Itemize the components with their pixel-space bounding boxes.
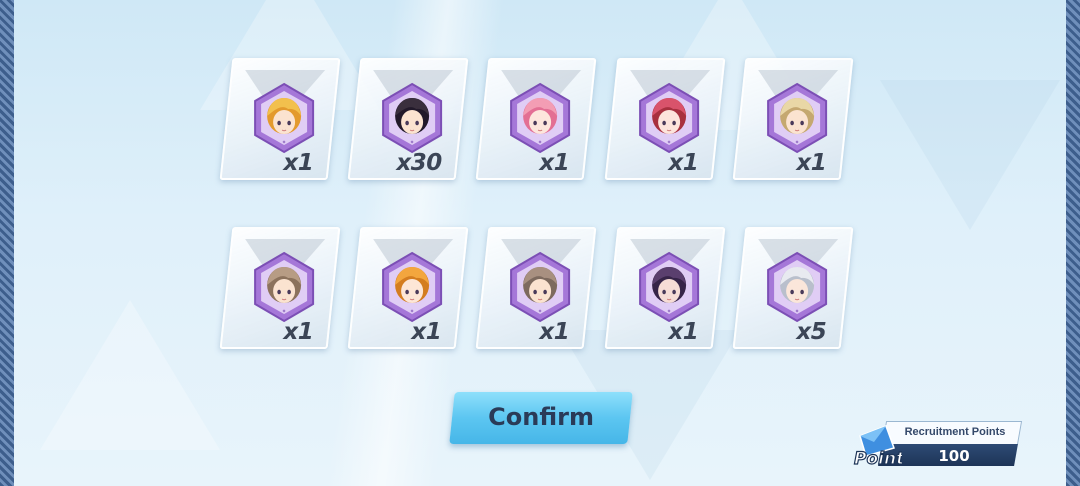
right-border-stripe bbox=[1066, 0, 1080, 486]
reward-count: x1 bbox=[539, 319, 570, 345]
reward-count: x5 bbox=[796, 319, 827, 345]
character-portrait: ◆ bbox=[765, 251, 829, 323]
character-portrait: ◆ bbox=[380, 251, 444, 323]
reward-count: x30 bbox=[396, 150, 442, 176]
character-portrait: ◆ bbox=[637, 82, 701, 154]
character-portrait: ◆ bbox=[508, 82, 572, 154]
character-portrait: ◆ bbox=[637, 251, 701, 323]
reward-card[interactable]: ◆ x1 bbox=[732, 58, 854, 180]
character-portrait: ◆ bbox=[252, 82, 316, 154]
point-icon: Point bbox=[853, 425, 902, 468]
point-icon-text: Point bbox=[854, 449, 902, 468]
reward-count: x1 bbox=[539, 150, 570, 176]
points-label: Recruitment Points bbox=[904, 426, 1006, 438]
points-value: 100 bbox=[938, 447, 970, 465]
reward-card[interactable]: ◆ x1 bbox=[219, 227, 341, 349]
character-portrait: ◆ bbox=[252, 251, 316, 323]
recruitment-points-panel: Recruitment Points 100 Point bbox=[850, 418, 1026, 472]
confirm-button[interactable]: Confirm bbox=[449, 392, 633, 444]
character-portrait: ◆ bbox=[765, 82, 829, 154]
background-triangle bbox=[880, 80, 1060, 230]
reward-count: x1 bbox=[283, 319, 314, 345]
reward-card[interactable]: ◆ x1 bbox=[347, 227, 469, 349]
reward-card[interactable]: ◆ x1 bbox=[475, 227, 597, 349]
reward-card[interactable]: ◆ x5 bbox=[732, 227, 854, 349]
reward-card[interactable]: ◆ x1 bbox=[475, 58, 597, 180]
reward-card[interactable]: ◆ x30 bbox=[347, 58, 469, 180]
reward-count: x1 bbox=[668, 319, 699, 345]
reward-count: x1 bbox=[796, 150, 827, 176]
left-border-stripe bbox=[0, 0, 14, 486]
reward-card[interactable]: ◆ x1 bbox=[219, 58, 341, 180]
reward-card[interactable]: ◆ x1 bbox=[604, 58, 726, 180]
character-portrait: ◆ bbox=[508, 251, 572, 323]
reward-count: x1 bbox=[283, 150, 314, 176]
character-portrait: ◆ bbox=[380, 82, 444, 154]
background-triangle bbox=[40, 300, 220, 450]
confirm-label: Confirm bbox=[488, 403, 595, 431]
reward-card[interactable]: ◆ x1 bbox=[604, 227, 726, 349]
reward-count: x1 bbox=[668, 150, 699, 176]
reward-count: x1 bbox=[411, 319, 442, 345]
